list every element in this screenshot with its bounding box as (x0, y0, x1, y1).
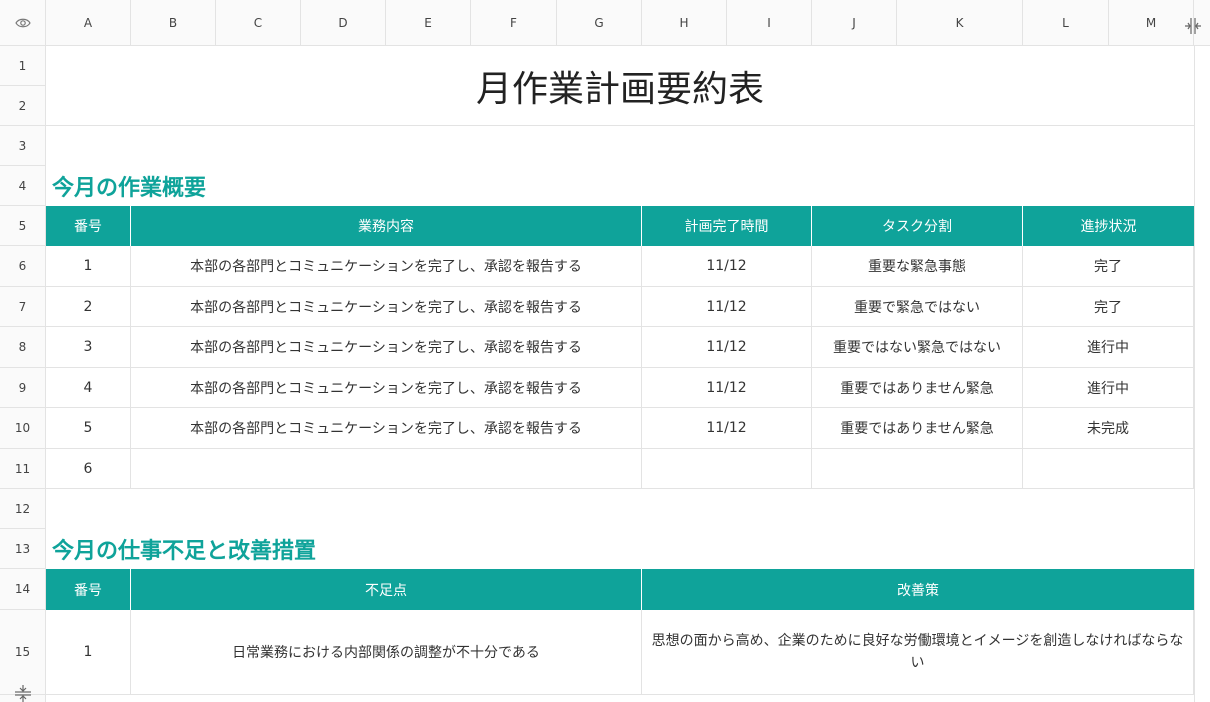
table1-cell-task[interactable]: 本部の各部門とコミュニケーションを完了し、承認を報告する (131, 408, 642, 449)
column-header-d[interactable]: D (301, 0, 386, 46)
column-header-m[interactable]: M (1109, 0, 1194, 46)
row-header-15[interactable]: 15 (0, 610, 46, 695)
table1-cell-task[interactable]: 本部の各部門とコミュニケーションを完了し、承認を報告する (131, 368, 642, 408)
column-header-j[interactable]: J (812, 0, 897, 46)
table1-cell-category[interactable]: 重要で緊急ではない (812, 287, 1023, 327)
table1-cell-number[interactable]: 5 (46, 408, 131, 449)
row-header-9[interactable]: 9 (0, 368, 46, 408)
table2-header-number[interactable]: 番号 (46, 569, 131, 610)
column-header-h[interactable]: H (642, 0, 727, 46)
column-header-g[interactable]: G (557, 0, 642, 46)
table2-header-improvement[interactable]: 改善策 (642, 569, 1194, 610)
table2-cell-improvement[interactable]: 思想の面から高め、企業のために良好な労働環境とイメージを創造しなければならない (642, 610, 1194, 695)
table1-cell-due[interactable]: 11/12 (642, 368, 812, 408)
freeze-column-icon[interactable] (1183, 16, 1203, 36)
table1-cell-status[interactable]: 進行中 (1023, 368, 1194, 408)
table1-header-task[interactable]: 業務内容 (131, 206, 642, 246)
table2-cell-number[interactable]: 1 (46, 610, 131, 695)
table1-header-status[interactable]: 進捗状況 (1023, 206, 1194, 246)
table1-cell-due[interactable]: 11/12 (642, 287, 812, 327)
row-header-14[interactable]: 14 (0, 569, 46, 610)
row-header-11[interactable]: 11 (0, 449, 46, 489)
table1-cell-category[interactable]: 重要ではありません緊急 (812, 408, 1023, 449)
row-header-3[interactable]: 3 (0, 126, 46, 166)
section-heading-overview[interactable]: 今月の作業概要 (46, 166, 1194, 206)
eye-icon (14, 18, 31, 27)
table1-cell-task[interactable]: 本部の各部門とコミュニケーションを完了し、承認を報告する (131, 327, 642, 368)
row-header-7[interactable]: 7 (0, 287, 46, 327)
select-all-corner[interactable] (0, 0, 46, 46)
table1-header-due[interactable]: 計画完了時間 (642, 206, 812, 246)
empty-row-3[interactable] (46, 126, 1194, 166)
column-header-f[interactable]: F (471, 0, 557, 46)
table1-cell-due[interactable]: 11/12 (642, 408, 812, 449)
column-header-i[interactable]: I (727, 0, 812, 46)
row-header-13[interactable]: 13 (0, 529, 46, 569)
column-header-k[interactable]: K (897, 0, 1023, 46)
table1-cell-status[interactable]: 完了 (1023, 287, 1194, 327)
row-header-10[interactable]: 10 (0, 408, 46, 449)
table1-cell-number[interactable]: 6 (46, 449, 131, 489)
table1-cell-task[interactable] (131, 449, 642, 489)
table1-header-category[interactable]: タスク分割 (812, 206, 1023, 246)
empty-row-12[interactable] (46, 489, 1194, 529)
row-header-6[interactable]: 6 (0, 246, 46, 287)
freeze-row-icon[interactable] (13, 684, 33, 702)
table1-cell-task[interactable]: 本部の各部門とコミュニケーションを完了し、承認を報告する (131, 287, 642, 327)
table1-cell-number[interactable]: 4 (46, 368, 131, 408)
table1-cell-number[interactable]: 3 (46, 327, 131, 368)
table1-cell-category[interactable] (812, 449, 1023, 489)
column-header-b[interactable]: B (131, 0, 216, 46)
table2-cell-shortcoming[interactable]: 日常業務における内部関係の調整が不十分である (131, 610, 642, 695)
table1-cell-due[interactable] (642, 449, 812, 489)
table1-cell-category[interactable]: 重要ではありません緊急 (812, 368, 1023, 408)
table1-header-number[interactable]: 番号 (46, 206, 131, 246)
table2-header-shortcoming[interactable]: 不足点 (131, 569, 642, 610)
table1-cell-task[interactable]: 本部の各部門とコミュニケーションを完了し、承認を報告する (131, 246, 642, 287)
column-header-l[interactable]: L (1023, 0, 1109, 46)
table1-cell-due[interactable]: 11/12 (642, 246, 812, 287)
table1-cell-category[interactable]: 重要ではない緊急ではない (812, 327, 1023, 368)
column-header-e[interactable]: E (386, 0, 471, 46)
sheet-title[interactable]: 月作業計画要約表 (46, 46, 1194, 126)
table1-cell-due[interactable]: 11/12 (642, 327, 812, 368)
row-header-5[interactable]: 5 (0, 206, 46, 246)
table1-cell-status[interactable] (1023, 449, 1194, 489)
table1-cell-status[interactable]: 進行中 (1023, 327, 1194, 368)
table1-cell-status[interactable]: 完了 (1023, 246, 1194, 287)
table1-cell-number[interactable]: 1 (46, 246, 131, 287)
row-header-8[interactable]: 8 (0, 327, 46, 368)
table1-cell-status[interactable]: 未完成 (1023, 408, 1194, 449)
column-header-a[interactable]: A (46, 0, 131, 46)
row-header-2[interactable]: 2 (0, 86, 46, 126)
table1-cell-category[interactable]: 重要な緊急事態 (812, 246, 1023, 287)
column-header-c[interactable]: C (216, 0, 301, 46)
row-header-4[interactable]: 4 (0, 166, 46, 206)
table1-cell-number[interactable]: 2 (46, 287, 131, 327)
row-header-12[interactable]: 12 (0, 489, 46, 529)
grid-edge (1194, 46, 1195, 702)
row-header-1[interactable]: 1 (0, 46, 46, 86)
section-heading-improvements[interactable]: 今月の仕事不足と改善措置 (46, 529, 1194, 569)
